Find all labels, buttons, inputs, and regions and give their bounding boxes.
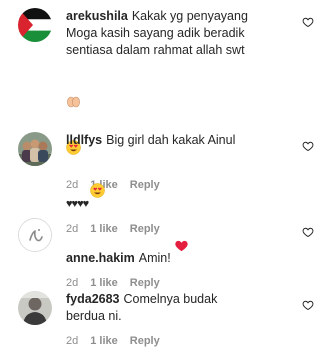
- comment-text-block: arekushila Kakak yg penyayang Moga kasih …: [66, 8, 302, 59]
- comment-text-block: anne.hakim Amin!: [66, 218, 302, 267]
- comment-meta: 2d 1 like Reply: [66, 277, 302, 289]
- comment-list: arekushila Kakak yg penyayang Moga kasih …: [0, 0, 336, 361]
- comment-likes[interactable]: 1 like: [90, 335, 118, 347]
- comment-username[interactable]: fyda2683: [66, 292, 120, 306]
- like-heart-icon[interactable]: [302, 16, 314, 28]
- comment-username[interactable]: anne.hakim: [66, 251, 135, 265]
- like-heart-icon[interactable]: [302, 299, 314, 311]
- comment-body: fyda2683 Comelnya budak berdua ni. 2d 1 l…: [66, 291, 302, 347]
- folded-hands-emoji-icon: [66, 77, 81, 108]
- black-hearts: ♥♥♥♥: [66, 198, 89, 210]
- comment-body: anne.hakim Amin! 2d 1 like Reply: [66, 218, 302, 289]
- avatar[interactable]: [18, 291, 52, 325]
- avatar[interactable]: [18, 132, 52, 166]
- reply-button[interactable]: Reply: [130, 277, 160, 289]
- comment-likes[interactable]: 1 like: [90, 277, 118, 289]
- comment-username[interactable]: arekushila: [66, 9, 128, 23]
- red-heart-emoji-icon: [174, 221, 189, 252]
- comment-text-block: fyda2683 Comelnya budak berdua ni.: [66, 291, 302, 325]
- comment-item: arekushila Kakak yg penyayang Moga kasih …: [0, 8, 336, 191]
- avatar[interactable]: [18, 218, 52, 252]
- comment-time: 2d: [66, 335, 79, 347]
- comment-text: Big girl dah kakak Ainul: [106, 133, 236, 147]
- comment-text-block: lldlfys Big girl dah kakak Ainul: [66, 132, 302, 149]
- like-heart-icon[interactable]: [302, 140, 314, 152]
- comment-meta: 2d 1 like Reply: [66, 335, 302, 347]
- reply-button[interactable]: Reply: [130, 335, 160, 347]
- comment-emoji-line: ♥♥♥♥: [66, 149, 302, 213]
- heart-eyes-emoji-icon: [90, 166, 105, 198]
- comment-time: 2d: [66, 277, 79, 289]
- like-heart-icon[interactable]: [302, 226, 314, 238]
- avatar[interactable]: [18, 8, 52, 42]
- comment-item: lldlfys Big girl dah kakak Ainul ♥♥♥♥ 2d …: [0, 132, 336, 235]
- person-photo-avatar-icon: [18, 291, 52, 325]
- palestine-flag-avatar-icon: [18, 8, 52, 42]
- group-photo-avatar-icon: [18, 132, 52, 166]
- comment-username[interactable]: lldlfys: [66, 133, 102, 147]
- comment-text: Amin!: [138, 251, 171, 265]
- comment-item: anne.hakim Amin! 2d 1 like Reply: [0, 218, 336, 289]
- calligraphy-avatar-icon: [19, 219, 51, 251]
- comment-item: fyda2683 Comelnya budak berdua ni. 2d 1 l…: [0, 291, 336, 359]
